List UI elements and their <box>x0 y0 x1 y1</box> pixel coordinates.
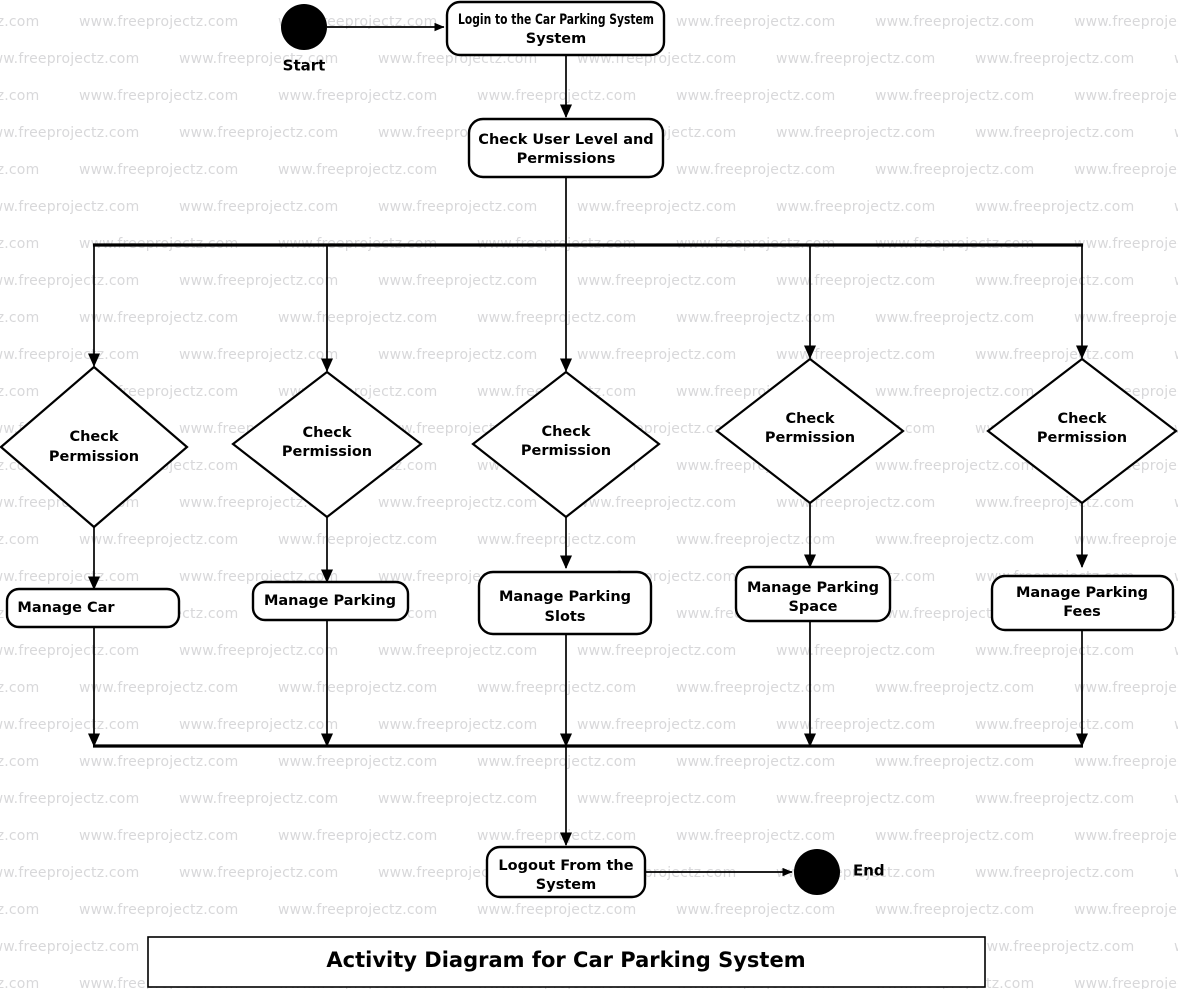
activity-diagram-canvas: www.freeprojectz.comwww.freeprojectz.com… <box>0 0 1178 989</box>
activity-label-manage-parking-fees-line1: Manage Parking <box>1016 585 1148 601</box>
decision-node-2[interactable]: Check Permission <box>231 370 423 519</box>
activity-label-logout-line2: System <box>536 877 596 893</box>
diagram-title: Activity Diagram for Car Parking System <box>326 948 805 972</box>
decision-node-5[interactable]: Check Permission <box>986 357 1178 505</box>
decision-label-3-line2: Permission <box>521 443 611 459</box>
decision-label-2-line2: Permission <box>282 444 372 460</box>
activity-node-check-user[interactable]: Check User Level and Permissions <box>467 117 665 179</box>
decision-label-5-line2: Permission <box>1037 430 1127 446</box>
activity-node-manage-parking-fees[interactable]: Manage Parking Fees <box>990 574 1175 632</box>
activity-box-check-user[interactable] <box>467 117 665 179</box>
activity-box-login[interactable] <box>445 0 666 57</box>
activity-label-manage-parking-space-line1: Manage Parking <box>747 580 879 596</box>
activity-label-manage-car: Manage Car <box>17 600 115 616</box>
decision-label-3-line1: Check <box>541 424 590 440</box>
decision-label-1-line2: Permission <box>49 449 139 465</box>
activity-label-check-user-line1: Check User Level and <box>478 132 653 148</box>
activity-label-check-user-line2: Permissions <box>517 151 616 167</box>
diagram-title-bar: Activity Diagram for Car Parking System <box>147 936 986 988</box>
end-circle-icon <box>794 849 840 895</box>
activity-label-login-line2: System <box>526 31 586 47</box>
activity-node-login[interactable]: Login to the Car Parking System System <box>445 0 666 57</box>
decision-label-4-line2: Permission <box>765 430 855 446</box>
activity-label-login-line1: Login to the Car Parking System <box>458 12 654 28</box>
activity-label-logout-line1: Logout From the <box>498 858 633 874</box>
activity-label-manage-parking-fees-line2: Fees <box>1063 604 1101 620</box>
start-node: Start <box>281 4 327 75</box>
activity-label-manage-parking-slots-line1: Manage Parking <box>499 589 631 605</box>
activity-label-manage-parking: Manage Parking <box>264 593 396 609</box>
activity-node-manage-car[interactable]: Manage Car <box>5 587 181 629</box>
decision-label-2-line1: Check <box>302 425 351 441</box>
activity-label-manage-parking-space-line2: Space <box>788 599 837 615</box>
activity-node-manage-parking[interactable]: Manage Parking <box>251 580 410 622</box>
decision-diamond-1[interactable] <box>0 365 189 529</box>
decision-node-3[interactable]: Check Permission <box>471 370 661 519</box>
activity-node-manage-parking-space[interactable]: Manage Parking Space <box>734 565 892 623</box>
start-label: Start <box>283 57 326 75</box>
activity-node-manage-parking-slots[interactable]: Manage Parking Slots <box>477 570 653 636</box>
start-circle-icon <box>281 4 327 50</box>
activity-label-manage-parking-slots-line2: Slots <box>545 609 586 625</box>
end-label: End <box>853 862 885 880</box>
decision-node-1[interactable]: Check Permission <box>0 365 189 529</box>
decision-node-4[interactable]: Check Permission <box>715 357 905 505</box>
decision-label-5-line1: Check <box>1057 411 1106 427</box>
diagram-svg: Start End Login to the Car Parking Syste… <box>0 0 1178 988</box>
end-node: End <box>794 849 885 895</box>
decision-label-4-line1: Check <box>785 411 834 427</box>
decision-label-1-line1: Check <box>69 429 118 445</box>
activity-node-logout[interactable]: Logout From the System <box>485 845 647 899</box>
